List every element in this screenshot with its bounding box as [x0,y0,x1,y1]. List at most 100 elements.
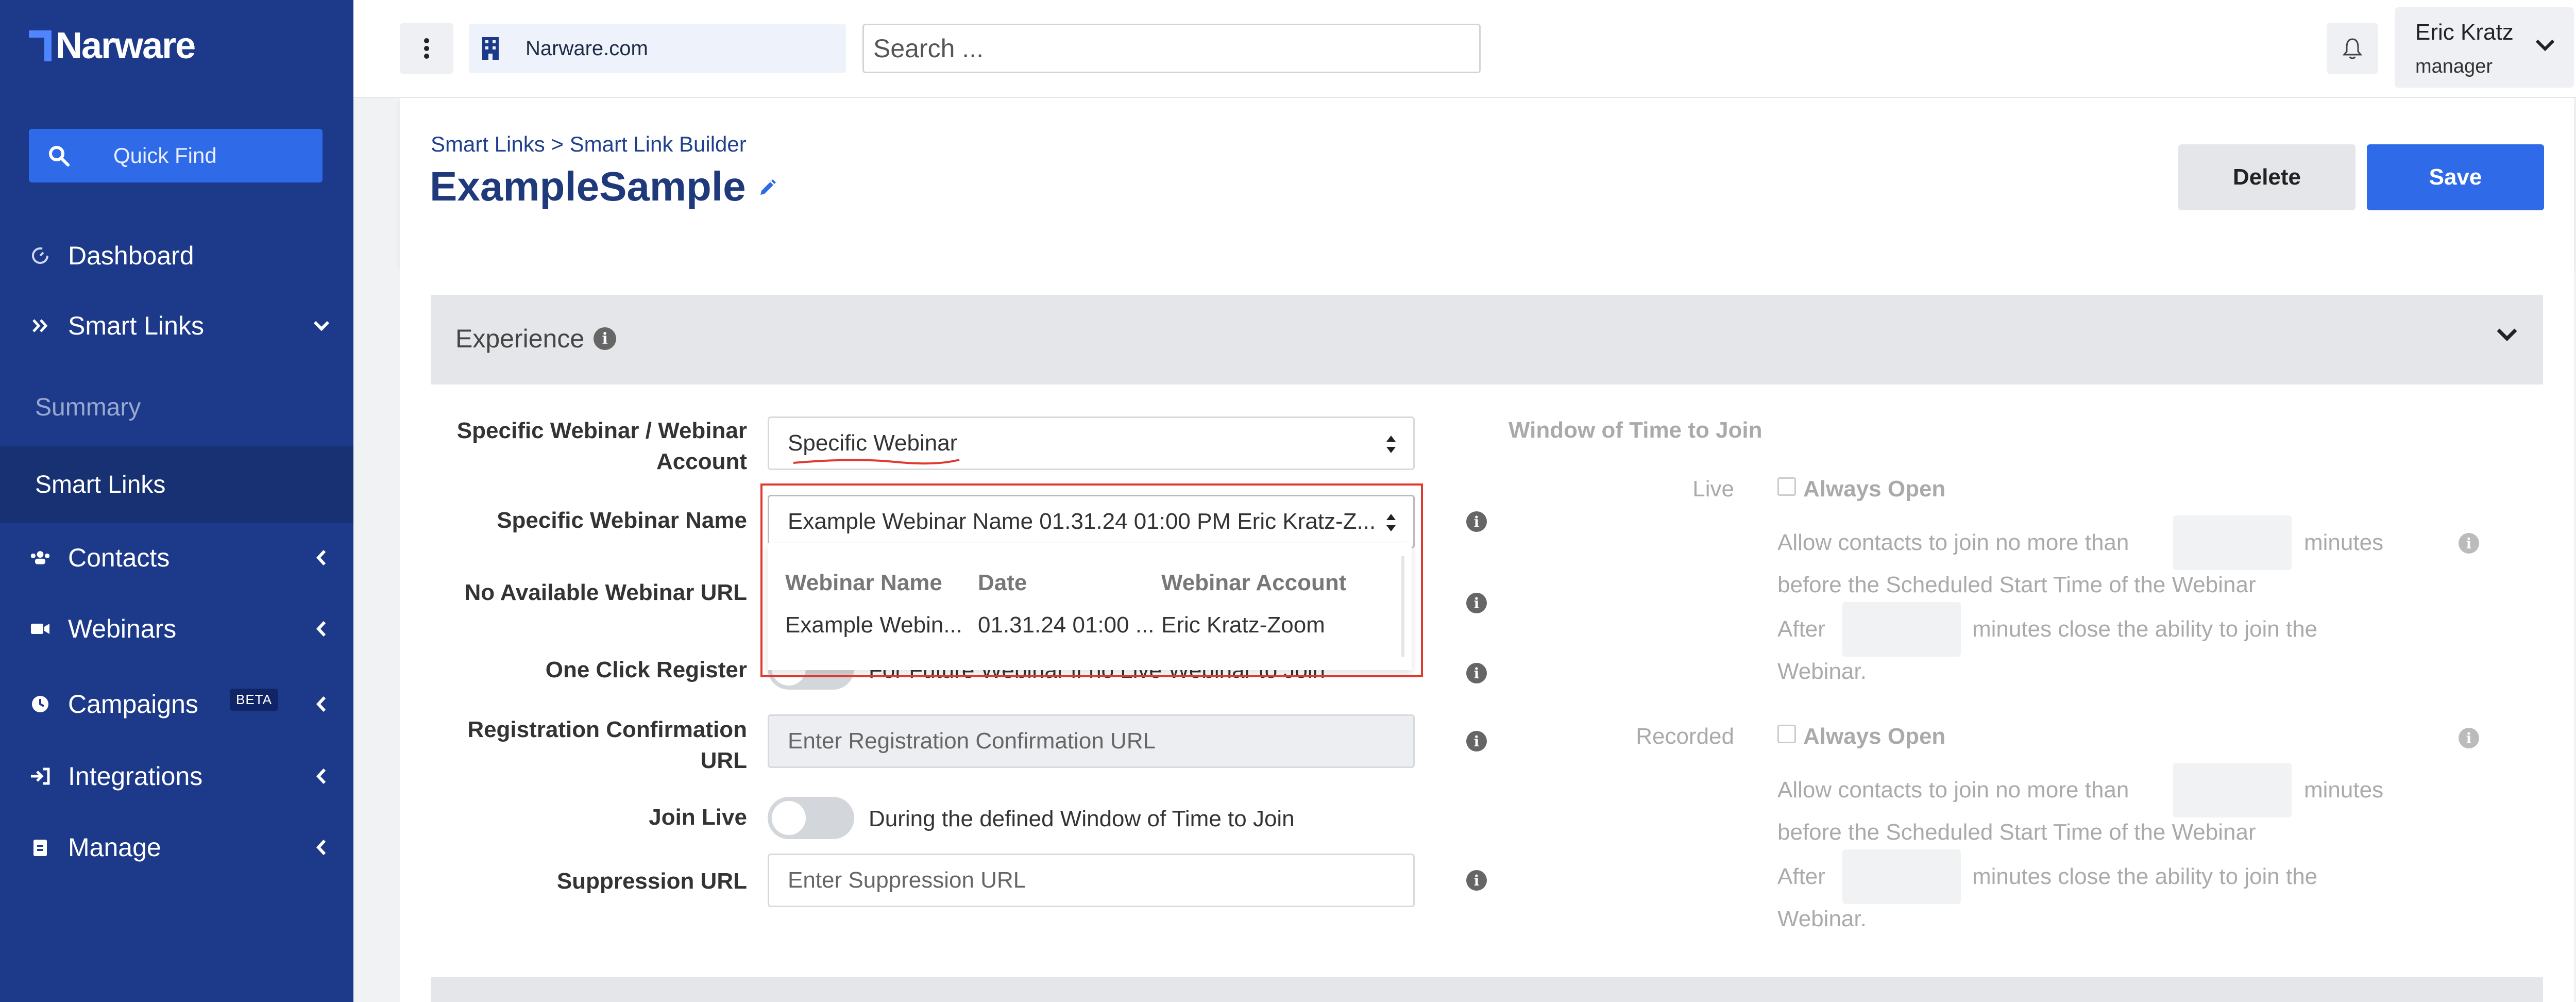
sidebar-subitem-summary[interactable]: Summary [0,371,353,443]
one-click-register-label: One Click Register [545,657,747,682]
info-icon[interactable]: i [1466,731,1487,751]
clock-icon [30,694,50,714]
sort-arrows-icon [1386,514,1396,531]
option-account[interactable]: Eric Kratz-Zoom [1161,612,1388,638]
dropdown-header-name: Webinar Name [785,570,942,595]
recorded-after-tail: minutes close the ability to join the [1972,864,2318,889]
window-of-time-title: Window of Time to Join [1509,417,1762,443]
brand-logo[interactable]: Narware [29,25,196,67]
info-icon[interactable]: i [2459,728,2479,748]
sidebar-item-label: Campaigns [68,690,198,719]
dashboard-icon [30,245,50,266]
live-before-text: Allow contacts to join no more than [1777,530,2129,555]
kebab-icon [424,38,429,59]
search-input[interactable] [862,24,1481,73]
registration-confirmation-input[interactable] [768,714,1415,768]
sidebar-subitem-smart-links[interactable]: Smart Links [0,446,353,523]
red-underline-annotation [793,459,960,465]
suppression-url-input[interactable] [768,854,1415,907]
dropdown-header-account: Webinar Account [1161,570,1347,595]
info-icon[interactable]: i [1466,511,1487,532]
save-button[interactable]: Save [2367,144,2544,210]
sidebar-item-label: Manage [68,833,161,862]
search-icon [49,146,70,166]
live-always-open-label: Always Open [1803,476,1946,502]
live-label: Live [1692,476,1734,502]
clipboard-icon [30,837,50,858]
double-chevron-icon [30,315,50,336]
webinar-dropdown-list: Webinar Name Date Webinar Account Exampl… [768,543,1412,670]
sidebar-item-manage[interactable]: Manage [0,816,353,878]
experience-title: Experience i [455,324,617,354]
notifications-button[interactable] [2327,23,2378,74]
live-after-minutes-input[interactable] [1842,602,1961,657]
live-always-open-checkbox[interactable] [1777,477,1796,496]
sidebar-item-label: Integrations [68,762,203,791]
users-icon [30,547,50,568]
sidebar-subitem-label: Smart Links [35,471,166,498]
recorded-before-minutes-input[interactable] [2173,763,2292,817]
sidebar-item-label: Webinars [68,614,177,643]
info-icon[interactable]: i [1466,663,1487,683]
sidebar-item-integrations[interactable]: Integrations [0,745,353,807]
page-title: ExampleSample [430,163,780,210]
sidebar-item-campaigns[interactable]: Campaigns BETA [0,673,353,735]
dropdown-scrollbar[interactable] [1401,556,1404,657]
chevron-down-icon [2535,39,2555,52]
quick-find-button[interactable]: Quick Find [29,129,323,182]
video-icon [30,619,50,639]
chevron-left-icon [311,547,332,568]
recorded-always-open-label: Always Open [1803,724,1946,749]
breadcrumb[interactable]: Smart Links > Smart Link Builder [431,132,747,157]
sidebar-item-smart-links[interactable]: Smart Links [0,295,353,357]
info-icon[interactable]: i [1466,870,1487,891]
specific-webinar-account-label: Specific Webinar / Webinar Account [456,418,747,474]
recorded-webinar-end: Webinar. [1777,906,1867,931]
recorded-before-text: Allow contacts to join no more than [1777,777,2129,803]
page-title-text: ExampleSample [430,163,746,209]
option-date[interactable]: 01.31.24 01:00 ... [978,612,1153,638]
chevron-left-icon [311,766,332,787]
recorded-after-label: After [1777,864,1825,889]
user-menu[interactable]: Eric Kratz manager [2395,7,2574,88]
chevron-left-icon [311,694,332,714]
brand-name: Narware [56,25,196,66]
sidebar-item-contacts[interactable]: Contacts [0,527,353,589]
select-value: Example Webinar Name 01.31.24 01:00 PM E… [788,509,1376,534]
chevron-left-icon [311,619,332,639]
user-name: Eric Kratz [2415,20,2514,45]
live-before-minutes-input[interactable] [2173,515,2292,570]
experience-section-header[interactable]: Experience i [431,295,2543,385]
info-icon[interactable]: i [594,327,617,350]
live-after-tail: minutes close the ability to join the [1972,616,2318,642]
sidebar-item-label: Contacts [68,543,170,572]
pencil-icon[interactable] [757,175,780,198]
beta-badge: BETA [230,689,278,711]
bell-icon [2343,38,2362,59]
more-menu-button[interactable] [400,23,453,74]
select-value: Specific Webinar [788,430,958,456]
page-header: Smart Links > Smart Link Builder Example… [400,98,2574,266]
account-selector[interactable]: Narware.com [469,24,846,73]
join-live-label: Join Live [649,805,747,830]
option-webinar-name[interactable]: Example Webin... [785,612,971,638]
recorded-always-open-checkbox[interactable] [1777,725,1796,743]
recorded-minutes-label: minutes [2304,777,2384,803]
delete-button[interactable]: Delete [2178,144,2355,210]
no-available-url-label: No Available Webinar URL [464,580,747,605]
recorded-after-minutes-input[interactable] [1842,849,1961,904]
chevron-left-icon [311,837,332,858]
chevron-down-icon[interactable] [2496,327,2518,342]
join-live-toggle[interactable] [768,797,854,839]
info-icon[interactable]: i [1466,593,1487,613]
live-minutes-label: minutes [2304,530,2384,555]
sort-arrows-icon [1386,436,1396,453]
info-icon[interactable]: i [2459,533,2479,554]
next-section-header[interactable] [431,977,2543,1002]
sidebar-item-webinars[interactable]: Webinars [0,598,353,660]
logo-mark-icon [29,30,53,62]
specific-webinar-name-select[interactable]: Example Webinar Name 01.31.24 01:00 PM E… [768,495,1415,548]
sidebar: Narware Quick Find Dashboard Smart Links… [0,0,353,1002]
sidebar-item-dashboard[interactable]: Dashboard [0,225,353,287]
user-role: manager [2415,56,2493,77]
